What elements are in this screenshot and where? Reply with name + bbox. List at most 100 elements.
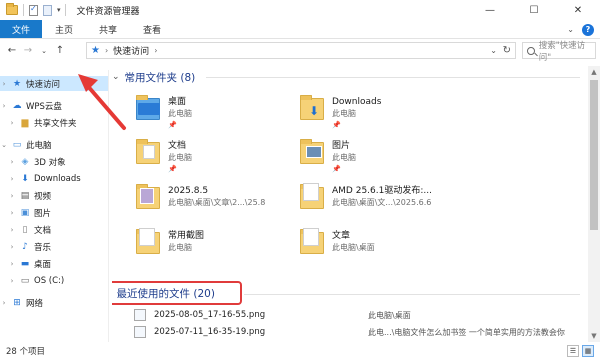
chevron-right-icon[interactable]: › [8, 158, 16, 166]
minimize-button[interactable]: — [468, 0, 512, 20]
tab-file[interactable]: 文件 [0, 20, 43, 38]
chevron-right-icon[interactable]: › [8, 119, 16, 127]
folder-name: 文章 [332, 231, 351, 241]
video-icon: ▤ [20, 190, 30, 201]
file-location: 此电脑\桌面 [368, 310, 411, 320]
title-bar: ▾ 文件资源管理器 — ☐ ✕ [0, 0, 600, 20]
tiles-view-icon[interactable]: ▦ [582, 345, 594, 357]
folder-icon [6, 3, 18, 15]
chevron-right-icon[interactable]: › [154, 46, 157, 55]
chevron-right-icon[interactable]: › [0, 102, 8, 110]
tab-view[interactable]: 查看 [130, 20, 174, 38]
up-arrow-icon[interactable]: ↑ [52, 45, 68, 56]
sidebar-item-network[interactable]: › ⊞ 网络 [0, 295, 108, 310]
chevron-down-icon[interactable]: ⌄ [112, 72, 120, 82]
list-item[interactable]: 2025-07-11_16-35-19.png 此电...\电脑文件怎么加书签 … [134, 324, 574, 340]
sidebar-item-documents[interactable]: › ▯ 文档 [0, 222, 108, 237]
search-icon [527, 46, 535, 55]
chevron-right-icon[interactable]: › [8, 260, 16, 268]
folder-icon [298, 182, 326, 214]
scroll-up-icon[interactable]: ▲ [588, 66, 600, 78]
maximize-button[interactable]: ☐ [512, 0, 556, 20]
sidebar-item-3d-objects[interactable]: › ◈ 3D 对象 [0, 154, 108, 169]
title-divider [64, 4, 66, 16]
sidebar-item-this-pc[interactable]: ⌄ ▭ 此电脑 [0, 137, 108, 152]
folder-tile-pictures[interactable]: 图片 此电脑 📌 [298, 137, 474, 181]
pin-icon: 📌 [168, 121, 177, 129]
scroll-down-icon[interactable]: ▼ [588, 330, 600, 342]
desktop-folder-icon [134, 93, 162, 125]
folder-name: 桌面 [168, 97, 187, 107]
folder-tile-desktop[interactable]: 桌面 此电脑 📌 [134, 93, 310, 137]
desktop-icon: ▬ [20, 258, 30, 269]
tab-home[interactable]: 主页 [42, 20, 86, 38]
chevron-right-icon[interactable]: › [8, 277, 16, 285]
chevron-right-icon[interactable]: › [8, 226, 16, 234]
breadcrumb[interactable]: 快速访问 [113, 44, 149, 57]
group-divider [206, 77, 580, 78]
quick-access-toolbar: ▾ [0, 3, 61, 16]
folder-name: 常用截图 [168, 231, 205, 241]
refresh-icon[interactable]: ↻ [503, 45, 511, 56]
sidebar-item-shared-folder[interactable]: › ▆ 共享文件夹 [0, 115, 108, 130]
sidebar-item-music[interactable]: › ♪ 音乐 [0, 239, 108, 254]
help-icon[interactable]: ? [582, 23, 594, 36]
ribbon-tabs: 文件 主页 共享 查看 ⌄ ? [0, 20, 600, 39]
shared-folder-icon: ▆ [21, 117, 29, 128]
image-file-icon [134, 309, 146, 321]
folder-name: AMD 25.6.1驱动发布:... [332, 186, 432, 196]
file-name: 2025-07-11_16-35-19.png [154, 327, 266, 337]
folder-location: 此电脑 [168, 109, 192, 118]
sidebar-item-label: 3D 对象 [34, 157, 66, 168]
chevron-right-icon[interactable]: › [8, 175, 16, 183]
sidebar-item-desktop[interactable]: › ▬ 桌面 [0, 256, 108, 271]
folder-tile-downloads[interactable]: ⬇ Downloads 此电脑 📌 [298, 93, 474, 137]
folder-tile-2025-8-5[interactable]: 2025.8.5 此电脑\桌面\文章\2...\25.8 [134, 182, 310, 226]
chevron-down-icon[interactable]: ⌄ [0, 141, 8, 149]
folder-name: 2025.8.5 [168, 186, 209, 196]
new-folder-icon[interactable] [43, 4, 52, 16]
customize-toolbar-icon[interactable]: ▾ [57, 6, 61, 14]
sidebar-item-downloads[interactable]: › ⬇ Downloads [0, 171, 108, 186]
tab-share[interactable]: 共享 [86, 20, 130, 38]
chevron-right-icon[interactable]: › [8, 209, 16, 217]
folder-tile-articles[interactable]: 文章 此电脑\桌面 [298, 227, 474, 271]
pin-icon: 📌 [332, 165, 341, 173]
details-view-icon[interactable]: ☰ [567, 345, 579, 357]
folder-tile-amd-driver[interactable]: AMD 25.6.1驱动发布:... 此电脑\桌面\文...\2025.6.6 [298, 182, 474, 226]
sidebar-item-wps-cloud[interactable]: › ☁ WPS云盘 [0, 98, 108, 113]
navigation-pane: › ★ 快速访问 › ☁ WPS云盘 › ▆ 共享文件夹 ⌄ ▭ 此电脑 › ◈… [0, 70, 108, 342]
chevron-right-icon[interactable]: › [8, 243, 16, 251]
address-bar[interactable]: ★ › 快速访问 › ⌄ ↻ [86, 42, 516, 59]
list-item[interactable]: 2025-08-05_17-16-55.png 此电脑\桌面 [134, 307, 574, 323]
sidebar-item-videos[interactable]: › ▤ 视频 [0, 188, 108, 203]
recent-locations-icon[interactable]: ⌄ [36, 47, 52, 55]
scrollbar-thumb[interactable] [590, 80, 598, 230]
group-header-frequent-folders[interactable]: ⌄ 常用文件夹 (8) [112, 69, 195, 85]
forward-arrow-icon[interactable]: → [20, 45, 36, 56]
sidebar-item-label: 视频 [34, 191, 52, 202]
folder-tile-screenshots[interactable]: 常用截图 此电脑 [134, 227, 310, 271]
pictures-folder-icon [298, 137, 326, 169]
sidebar-item-label: 桌面 [34, 259, 52, 270]
search-input[interactable]: 搜索"快速访问" [522, 41, 596, 63]
chevron-right-icon[interactable]: › [8, 192, 16, 200]
sidebar-item-pictures[interactable]: › ▣ 图片 [0, 205, 108, 220]
sidebar-item-label: Downloads [34, 173, 81, 184]
chevron-right-icon[interactable]: › [0, 299, 8, 307]
properties-icon[interactable] [29, 4, 38, 16]
pane-divider[interactable] [108, 70, 109, 342]
back-arrow-icon[interactable]: ← [4, 45, 20, 56]
sidebar-item-os-c[interactable]: › ▭ OS (C:) [0, 273, 108, 288]
vertical-scrollbar[interactable]: ▲ ▼ [588, 66, 600, 342]
folder-tile-documents[interactable]: 文档 此电脑 📌 [134, 137, 310, 181]
sidebar-item-label: 图片 [34, 208, 52, 219]
picture-icon: ▣ [20, 207, 30, 218]
expand-ribbon-icon[interactable]: ⌄ [567, 25, 574, 34]
chevron-down-icon[interactable]: ⌄ [490, 46, 497, 55]
sidebar-item-label: WPS云盘 [26, 101, 62, 112]
close-button[interactable]: ✕ [556, 0, 600, 20]
sidebar-item-label: OS (C:) [34, 275, 65, 286]
sidebar-item-label: 共享文件夹 [34, 118, 77, 129]
sidebar-item-label: 网络 [26, 298, 44, 309]
